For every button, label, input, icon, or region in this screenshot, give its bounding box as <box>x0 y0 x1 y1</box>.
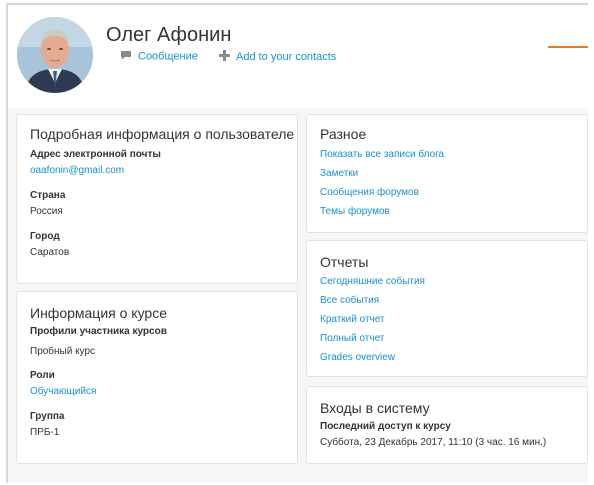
user-details-card: Подробная информация о пользователе Адре… <box>16 114 298 284</box>
user-details-title: Подробная информация о пользователе <box>30 126 295 142</box>
logins-title: Входы в систему <box>320 400 430 416</box>
misc-title: Разное <box>320 126 367 142</box>
report-link-full[interactable]: Полный отчет <box>320 333 384 344</box>
email-link[interactable]: oaafonin@gmail.com <box>30 165 124 176</box>
course-profiles-label: Профили участника курсов <box>30 326 167 337</box>
report-link-brief[interactable]: Краткий отчет <box>320 314 385 325</box>
message-button[interactable]: Сообщение <box>120 50 198 63</box>
reports-title: Отчеты <box>320 254 369 270</box>
add-contact-icon <box>219 50 230 64</box>
add-contact-button[interactable]: Add to your contacts <box>219 50 336 64</box>
misc-link-blog[interactable]: Показать все записи блога <box>320 149 444 160</box>
country-label: Страна <box>30 190 66 201</box>
misc-link-forum-topics[interactable]: Темы форумов <box>320 206 390 217</box>
city-label: Город <box>30 231 60 242</box>
misc-card: Разное Показать все записи блога Заметки… <box>306 114 588 233</box>
course-profiles-value: Пробный курс <box>30 346 96 357</box>
last-access-label: Последний доступ к курсу <box>320 421 451 432</box>
misc-link-forum-posts[interactable]: Сообщения форумов <box>320 187 419 198</box>
avatar[interactable] <box>17 17 93 93</box>
group-label: Группа <box>30 411 65 422</box>
city-value: Саратов <box>30 247 70 258</box>
roles-label: Роли <box>30 370 55 381</box>
accent-line <box>548 46 588 48</box>
group-value: ПРБ-1 <box>30 427 60 438</box>
country-value: Россия <box>30 206 63 217</box>
logins-card: Входы в систему Последний доступ к курсу… <box>306 386 588 464</box>
report-link-all-events[interactable]: Все события <box>320 295 379 306</box>
message-icon <box>120 50 132 63</box>
course-details-title: Информация о курсе <box>30 305 167 321</box>
last-access-value: Суббота, 23 Декабрь 2017, 11:10 (3 час. … <box>320 437 547 448</box>
message-label: Сообщение <box>138 50 198 63</box>
profile-name: Олег Афонин <box>106 24 232 46</box>
course-details-card: Информация о курсе Профили участника кур… <box>16 291 298 464</box>
add-contact-label: Add to your contacts <box>236 50 337 63</box>
report-link-grades[interactable]: Grades overview <box>320 352 395 363</box>
reports-card: Отчеты Сегодняшние события Все события К… <box>306 240 588 377</box>
role-link[interactable]: Обучающийся <box>30 386 96 397</box>
email-label: Адрес электронной почты <box>30 149 161 160</box>
misc-link-notes[interactable]: Заметки <box>320 168 358 179</box>
user-avatar <box>17 17 93 93</box>
report-link-today[interactable]: Сегодняшние события <box>320 276 425 287</box>
